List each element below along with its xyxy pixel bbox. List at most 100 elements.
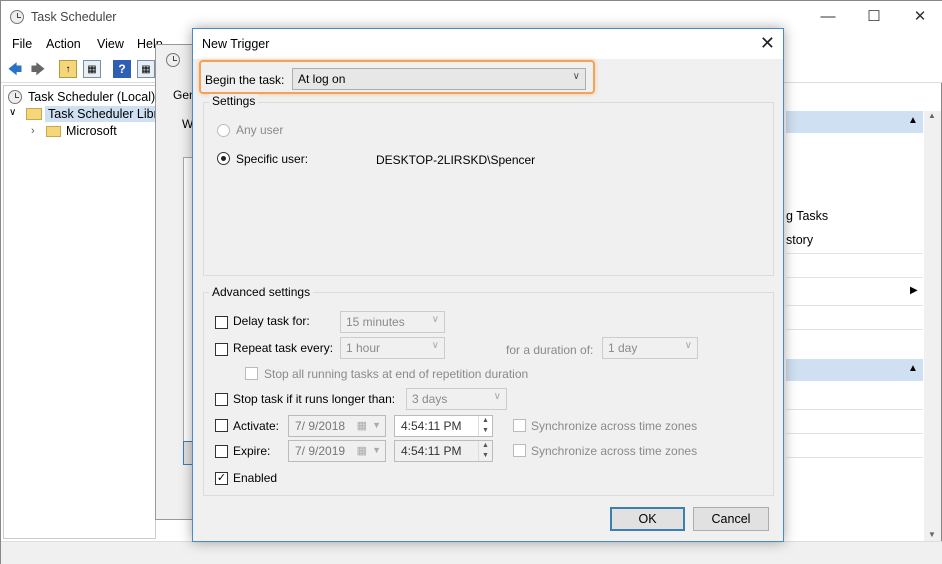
expire-label: Expire: xyxy=(233,444,271,458)
repeat-task-label: Repeat task every: xyxy=(233,341,334,355)
stop-all-tasks-checkbox[interactable] xyxy=(245,367,258,380)
minimize-button[interactable]: — xyxy=(813,5,843,29)
specific-user-radio[interactable] xyxy=(217,152,230,165)
delay-task-label: Delay task for: xyxy=(233,314,310,328)
folder-icon xyxy=(46,126,61,137)
maximize-button[interactable]: ☐ xyxy=(859,5,889,29)
calendar-icon[interactable]: ▦ xyxy=(357,419,367,432)
tree-item-microsoft[interactable]: Microsoft xyxy=(66,124,117,138)
begin-task-label: Begin the task: xyxy=(205,73,285,87)
collapse-up-icon[interactable]: ▲ xyxy=(908,115,918,126)
stop-task-longer-select[interactable]: 3 days ∨ xyxy=(406,388,507,410)
enabled-checkbox[interactable]: ✓ xyxy=(215,472,228,485)
activate-date-value: 7/ 9/2018 xyxy=(295,419,346,433)
actions-header-band xyxy=(786,111,923,133)
enabled-label: Enabled xyxy=(233,471,278,485)
duration-value: 1 day xyxy=(608,341,638,355)
delay-task-select[interactable]: 15 minutes ∨ xyxy=(340,311,445,333)
duration-label: for a duration of: xyxy=(506,343,594,357)
activate-date-picker[interactable]: 7/ 9/2018 ▦ ▼ xyxy=(288,415,386,437)
new-trigger-dialog: New Trigger ✕ Begin the task: At log on … xyxy=(192,28,784,542)
back-arrow-icon[interactable]: 🡄 xyxy=(6,60,24,78)
repeat-task-checkbox[interactable] xyxy=(215,343,228,356)
status-bar xyxy=(1,541,942,564)
actions-scrollbar[interactable]: ▲ ▼ xyxy=(924,111,941,541)
advanced-settings-label: Advanced settings xyxy=(209,285,314,299)
expire-checkbox[interactable] xyxy=(215,445,228,458)
actions-line-1[interactable]: g Tasks xyxy=(786,209,828,223)
action-pane-icon[interactable]: ▦ xyxy=(137,60,155,78)
dialog-title: New Trigger xyxy=(202,37,270,51)
time-spinner-icon[interactable]: ▲ ▼ xyxy=(478,441,492,461)
divider xyxy=(786,305,923,306)
chevron-down-icon: ∨ xyxy=(572,71,580,82)
expire-sync-label: Synchronize across time zones xyxy=(531,444,698,458)
navigation-tree: Task Scheduler (Local) ∨ Task Scheduler … xyxy=(3,85,179,539)
expire-sync-checkbox[interactable] xyxy=(513,444,526,457)
menu-file[interactable]: File xyxy=(12,37,32,51)
divider xyxy=(786,329,923,330)
tree-item-local[interactable]: Task Scheduler (Local) xyxy=(28,90,155,104)
task-scheduler-icon xyxy=(10,10,24,24)
repeat-task-select[interactable]: 1 hour ∨ xyxy=(340,337,445,359)
chevron-down-icon: ▼ xyxy=(372,445,381,455)
expand-chevron-icon[interactable]: ∨ xyxy=(9,107,16,118)
radio-selected-dot xyxy=(221,156,226,161)
collapse-up-icon-2[interactable]: ▲ xyxy=(908,363,918,374)
actions-pane: ▲ g Tasks story ▶ ▲ xyxy=(786,85,941,539)
any-user-label: Any user xyxy=(236,123,284,137)
clock-icon xyxy=(8,90,22,104)
create-task-dialog: Gen W xyxy=(155,44,197,520)
folder-up-icon[interactable]: ↑ xyxy=(59,60,77,78)
cancel-button[interactable]: Cancel xyxy=(693,507,769,531)
expire-time-value: 4:54:11 PM xyxy=(401,444,462,458)
folder-clock-icon xyxy=(26,108,42,120)
chevron-down-icon: ∨ xyxy=(684,340,692,351)
delay-task-checkbox[interactable] xyxy=(215,316,228,329)
calendar-icon[interactable]: ▦ xyxy=(357,444,367,457)
divider xyxy=(786,457,923,458)
window-title: Task Scheduler xyxy=(31,10,117,24)
show-hide-tree-icon[interactable]: ▦ xyxy=(83,60,101,78)
close-window-button[interactable]: ✕ xyxy=(905,5,935,29)
close-icon[interactable]: ✕ xyxy=(760,33,775,54)
activate-checkbox[interactable] xyxy=(215,419,228,432)
help-icon[interactable]: ? xyxy=(113,60,131,78)
menu-view[interactable]: View xyxy=(97,37,124,51)
expire-date-picker[interactable]: 7/ 9/2019 ▦ ▼ xyxy=(288,440,386,462)
begin-task-select[interactable]: At log on ∨ xyxy=(292,68,586,90)
duration-select[interactable]: 1 day ∨ xyxy=(602,337,698,359)
stop-task-longer-label: Stop task if it runs longer than: xyxy=(233,392,396,406)
scroll-up-icon[interactable]: ▲ xyxy=(928,111,936,120)
divider xyxy=(786,409,923,410)
repeat-task-value: 1 hour xyxy=(346,341,381,355)
delay-task-value: 15 minutes xyxy=(346,315,405,329)
actions-line-2[interactable]: story xyxy=(786,233,813,247)
chevron-down-icon: ▼ xyxy=(372,420,381,430)
activate-sync-label: Synchronize across time zones xyxy=(531,419,698,433)
expire-date-value: 7/ 9/2019 xyxy=(295,444,346,458)
stop-task-longer-checkbox[interactable] xyxy=(215,393,228,406)
ok-button[interactable]: OK xyxy=(610,507,685,531)
chevron-down-icon: ∨ xyxy=(493,391,501,402)
menu-action[interactable]: Action xyxy=(46,37,81,51)
expire-time-input[interactable]: 4:54:11 PM ▲ ▼ xyxy=(394,440,493,462)
begin-task-value: At log on xyxy=(298,72,346,86)
chevron-down-icon: ∨ xyxy=(431,340,439,351)
any-user-radio[interactable] xyxy=(217,124,230,137)
user-name-value: DESKTOP-2LIRSKD\Spencer xyxy=(376,153,536,167)
activate-time-value: 4:54:11 PM xyxy=(401,419,462,433)
forward-arrow-icon[interactable]: 🡆 xyxy=(29,60,47,78)
divider xyxy=(786,253,923,254)
specific-user-label: Specific user: xyxy=(236,152,309,166)
submenu-arrow-icon[interactable]: ▶ xyxy=(910,285,918,296)
scroll-down-icon[interactable]: ▼ xyxy=(928,530,936,539)
stop-task-longer-value: 3 days xyxy=(412,392,448,406)
activate-label: Activate: xyxy=(233,419,280,433)
activate-time-input[interactable]: 4:54:11 PM ▲ ▼ xyxy=(394,415,493,437)
activate-sync-checkbox[interactable] xyxy=(513,419,526,432)
time-spinner-icon[interactable]: ▲ ▼ xyxy=(478,416,492,436)
stop-all-tasks-label: Stop all running tasks at end of repetit… xyxy=(264,367,529,381)
divider xyxy=(786,433,923,434)
collapse-chevron-icon[interactable]: › xyxy=(31,125,35,137)
